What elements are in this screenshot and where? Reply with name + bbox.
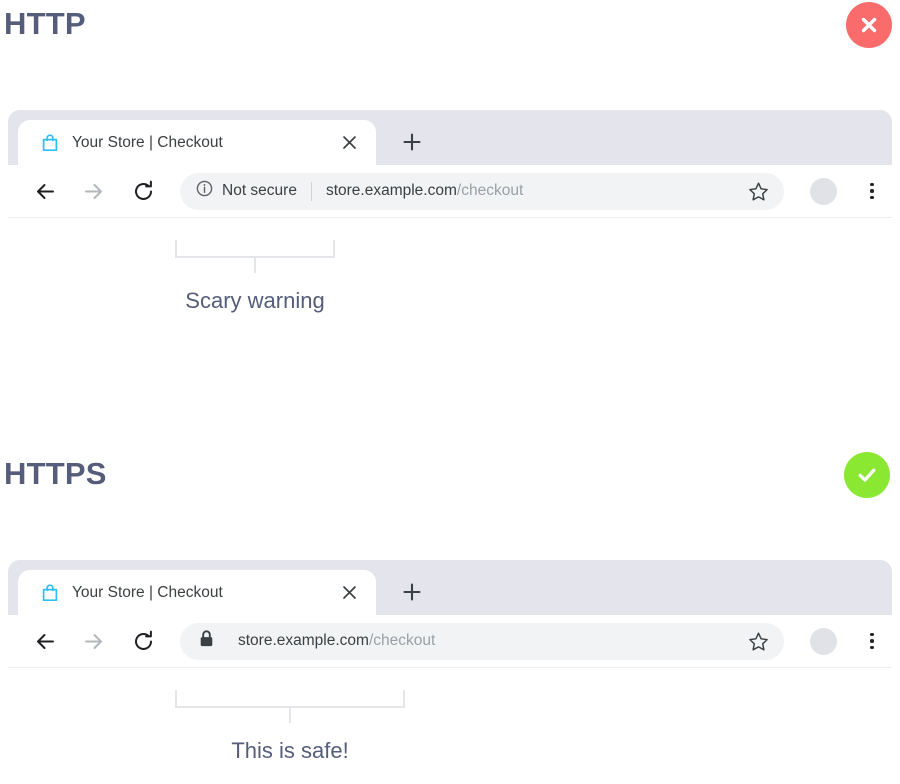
reload-icon[interactable] (126, 624, 160, 658)
shopping-bag-icon (40, 583, 60, 603)
close-icon (858, 14, 880, 36)
url-text: store.example.com/checkout (312, 182, 523, 200)
shopping-bag-icon (40, 133, 60, 153)
browser-toolbar: Not secure store.example.com/checkout (8, 165, 892, 218)
arrow-left-icon[interactable] (28, 174, 62, 208)
check-icon (854, 462, 880, 488)
callout-bracket (175, 690, 405, 708)
url-host: store.example.com (238, 632, 369, 649)
tab-title: Your Store | Checkout (72, 583, 223, 601)
browser-window-http: Your Store | Checkout Not secure store.e… (8, 110, 892, 218)
security-indicator[interactable]: Not secure (180, 173, 311, 210)
kebab-menu-icon[interactable] (858, 627, 886, 655)
tab-close-icon[interactable] (336, 580, 362, 606)
browser-toolbar: store.example.com/checkout (8, 615, 892, 668)
tab-close-icon[interactable] (336, 130, 362, 156)
address-bar[interactable]: Not secure store.example.com/checkout (180, 172, 784, 210)
lock-closed-icon (198, 629, 215, 653)
tab-strip: Your Store | Checkout (8, 110, 892, 165)
url-path: /checkout (456, 182, 524, 199)
security-label: Not secure (222, 182, 297, 199)
browser-tab[interactable]: Your Store | Checkout (18, 120, 376, 165)
tab-title: Your Store | Checkout (72, 133, 223, 151)
star-outline-icon[interactable] (746, 629, 770, 653)
info-circle-icon (196, 180, 213, 202)
new-tab-button[interactable] (396, 126, 428, 158)
error-badge (846, 2, 892, 48)
callout-caption: Scary warning (185, 288, 325, 313)
callout-caption: This is safe! (231, 738, 349, 763)
reload-icon[interactable] (126, 174, 160, 208)
url-text: store.example.com/checkout (224, 632, 435, 650)
success-badge (844, 452, 890, 498)
browser-window-https: Your Store | Checkout store.example.com/… (8, 560, 892, 668)
arrow-right-icon (76, 624, 110, 658)
section-title-http: HTTP (4, 6, 86, 41)
arrow-right-icon (76, 174, 110, 208)
new-tab-button[interactable] (396, 576, 428, 608)
kebab-menu-icon[interactable] (858, 177, 886, 205)
tab-strip: Your Store | Checkout (8, 560, 892, 615)
arrow-left-icon[interactable] (28, 624, 62, 658)
address-bar[interactable]: store.example.com/checkout (180, 622, 784, 660)
security-indicator[interactable] (180, 623, 224, 660)
callout-bracket (175, 240, 335, 258)
section-title-https: HTTPS (4, 456, 107, 491)
avatar[interactable] (810, 177, 837, 205)
star-outline-icon[interactable] (746, 179, 770, 203)
browser-tab[interactable]: Your Store | Checkout (18, 570, 376, 615)
callout-https: This is safe! (175, 690, 405, 764)
url-host: store.example.com (325, 182, 457, 199)
url-path: /checkout (368, 632, 436, 649)
avatar[interactable] (810, 627, 837, 655)
comparison-infographic: HTTP Your Store | Checkout Not secure st… (0, 0, 900, 784)
callout-http: Scary warning (175, 240, 335, 314)
